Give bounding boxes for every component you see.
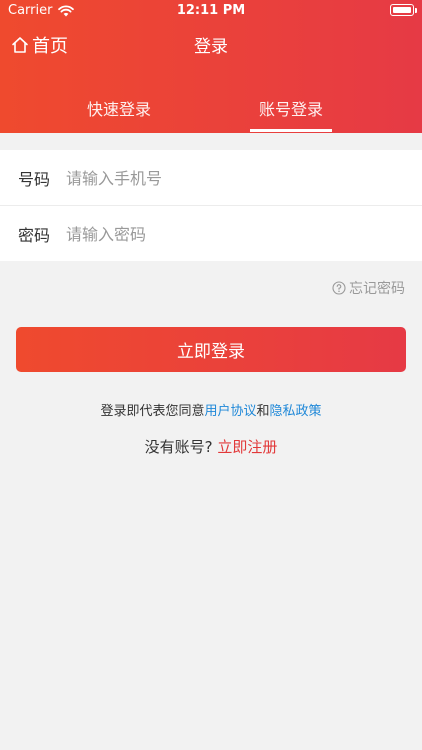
tab-quick-login[interactable]: 快速登录 [59,96,179,120]
phone-row: 号码 [0,150,422,205]
status-bar: Carrier 12:11 PM [0,0,422,22]
phone-label: 号码 [18,169,51,189]
privacy-policy-link[interactable]: 隐私政策 [270,404,322,419]
agreement-conjunction: 和 [256,404,270,419]
login-form: 号码 密码 [0,150,422,261]
register-prompt: 没有账号? 立即注册 [0,436,422,457]
password-input[interactable] [66,220,396,248]
agreement-prefix: 登录即代表您同意 [100,404,205,419]
forgot-password-text: 忘记密码 [349,281,405,297]
agreement-text: 登录即代表您同意用户协议和隐私政策 [0,400,422,419]
forgot-password-link[interactable]: 忘记密码 [332,278,405,298]
active-tab-indicator [250,129,332,132]
tab-account-login[interactable]: 账号登录 [231,96,351,120]
battery-level [393,7,411,13]
password-label: 密码 [18,225,51,245]
login-button[interactable]: 立即登录 [16,327,406,372]
user-agreement-link[interactable]: 用户协议 [204,404,256,419]
register-link[interactable]: 立即注册 [217,438,277,456]
login-tabs: 快速登录 账号登录 [0,88,422,133]
header: Carrier 12:11 PM 首页 登录 快速登录 账号登录 [0,0,422,133]
page-title: 登录 [194,37,228,57]
password-row: 密码 [0,206,422,261]
nav-bar: 首页 登录 [0,22,422,66]
phone-input[interactable] [66,164,396,192]
battery-icon [390,4,417,16]
register-prompt-text: 没有账号? [144,438,213,456]
question-circle-icon [332,281,346,295]
status-time: 12:11 PM [176,3,246,18]
